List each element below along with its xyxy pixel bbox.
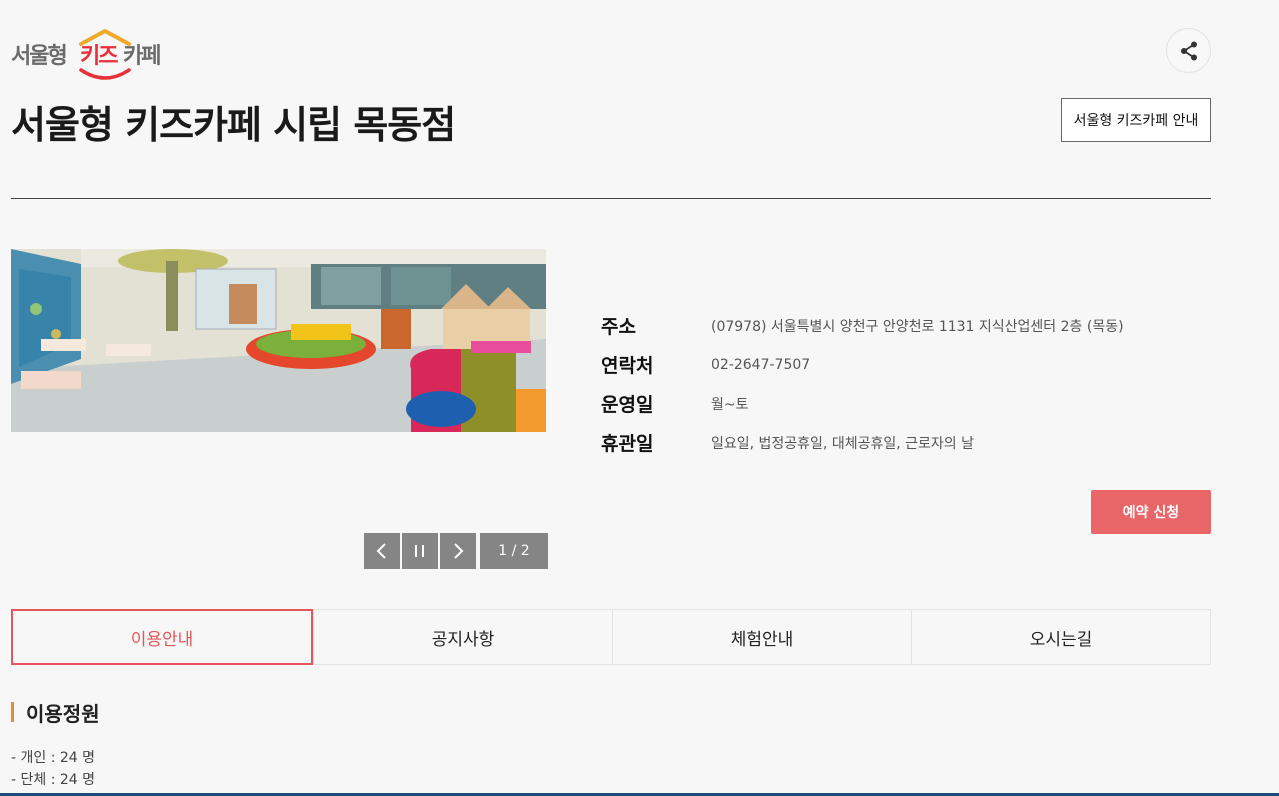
contact-value: 02-2647-7507 — [711, 356, 811, 373]
address-value: (07978) 서울특별시 양천구 안양천로 1131 지식산업센터 2층 (목… — [711, 318, 1124, 335]
page-container: 서울형 키즈 카페 서울형 키즈카페 시립 목동점 서울형 키즈카페 안내 1 … — [11, 0, 1211, 796]
capacity-section-title: 이용정원 — [11, 699, 100, 726]
next-slide-button[interactable] — [440, 533, 476, 569]
kids-cafe-interior-image — [11, 249, 546, 432]
capacity-group: - 단체 : 24 명 — [11, 772, 96, 788]
capacity-individual: - 개인 : 24 명 — [11, 750, 96, 766]
closed-days-value: 일요일, 법정공휴일, 대체공휴일, 근로자의 날 — [711, 435, 974, 452]
capacity-heading: 이용정원 — [26, 701, 100, 726]
seoul-kids-cafe-logo[interactable]: 서울형 키즈 카페 — [11, 26, 163, 84]
tab-usage-guide[interactable]: 이용안내 — [11, 609, 313, 665]
section-accent-bar — [11, 702, 14, 722]
pause-slide-button[interactable] — [402, 533, 438, 569]
info-row-open-days: 운영일 월~토 — [601, 384, 1124, 423]
title-divider — [11, 198, 1211, 199]
open-days-label: 운영일 — [601, 394, 654, 416]
logo-text-seoul: 서울형 — [11, 44, 68, 69]
open-days-value: 월~토 — [711, 396, 749, 413]
address-label: 주소 — [601, 316, 636, 338]
tab-directions[interactable]: 오시는길 — [911, 610, 1210, 664]
share-icon — [1180, 41, 1197, 60]
content-tabs: 이용안내 공지사항 체험안내 오시는길 — [11, 609, 1211, 665]
info-row-closed-days: 휴관일 일요일, 법정공휴일, 대체공휴일, 근로자의 날 — [601, 423, 1124, 462]
tab-experience-guide[interactable]: 체험안내 — [612, 610, 911, 664]
chevron-left-icon — [376, 543, 386, 559]
facility-info: 주소 (07978) 서울특별시 양천구 안양천로 1131 지식산업센터 2층… — [601, 306, 1124, 462]
page-title: 서울형 키즈카페 시립 목동점 — [11, 103, 456, 147]
share-button[interactable] — [1166, 28, 1211, 73]
logo-text-kids: 키즈 — [80, 44, 119, 69]
info-row-address: 주소 (07978) 서울특별시 양천구 안양천로 1131 지식산업센터 2층… — [601, 306, 1124, 345]
facility-photo — [11, 249, 546, 432]
pause-icon — [415, 545, 424, 557]
contact-label: 연락처 — [601, 355, 654, 377]
kids-cafe-guide-button[interactable]: 서울형 키즈카페 안내 — [1061, 98, 1211, 142]
chevron-right-icon — [454, 543, 464, 559]
gallery-controls: 1 / 2 — [364, 533, 548, 569]
closed-days-label: 휴관일 — [601, 433, 654, 455]
tab-notices[interactable]: 공지사항 — [313, 610, 612, 664]
logo-text-cafe: 카페 — [123, 44, 162, 69]
prev-slide-button[interactable] — [364, 533, 400, 569]
capacity-list: - 개인 : 24 명 - 단체 : 24 명 — [11, 747, 95, 791]
slide-counter: 1 / 2 — [480, 533, 548, 569]
info-row-contact: 연락처 02-2647-7507 — [601, 345, 1124, 384]
reservation-button[interactable]: 예약 신청 — [1091, 490, 1211, 534]
